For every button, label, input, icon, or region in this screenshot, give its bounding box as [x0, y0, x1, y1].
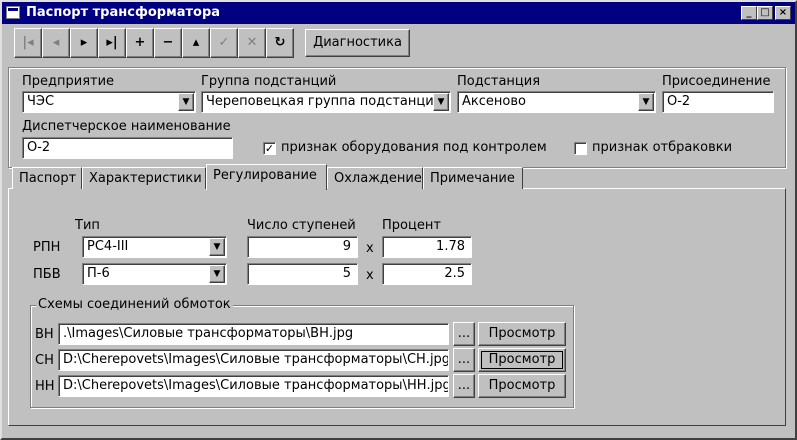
app-icon [6, 6, 20, 19]
substation-group-label: Группа подстанций [201, 74, 337, 89]
last-record-button[interactable]: ▸| [98, 28, 126, 58]
pbv-type-combo[interactable]: П-6 ▼ [82, 263, 227, 285]
under-control-checkbox[interactable]: ✓ [263, 142, 276, 155]
refresh-button[interactable]: ↻ [266, 28, 294, 58]
tab-cooling[interactable]: Охлаждение [327, 167, 423, 189]
maximize-button[interactable]: □ [757, 6, 773, 20]
multiply-sign: x [366, 241, 374, 256]
reject-label: признак отбраковки [592, 140, 733, 155]
hv-path-field[interactable]: .\Images\Силовые трансформаторы\ВН.jpg [58, 323, 449, 345]
minimize-button[interactable]: _ [741, 6, 757, 20]
substation-value: Аксеново [462, 94, 526, 109]
tab-passport[interactable]: Паспорт [12, 167, 82, 189]
enterprise-label: Предприятие [22, 74, 115, 89]
connection-label: Присоединение [662, 74, 771, 89]
enterprise-value: ЧЭС [27, 94, 55, 109]
window-title: Паспорт трансформатора [26, 5, 221, 20]
mv-path-field[interactable]: D:\Cherepovets\Images\Силовые трансформа… [58, 349, 449, 371]
first-record-button[interactable]: |◂ [14, 28, 42, 58]
post-edit-icon: ✓ [218, 35, 230, 50]
chevron-down-icon[interactable]: ▼ [433, 93, 449, 111]
under-control-label: признак оборудования под контролем [281, 140, 547, 155]
dispatch-name-field[interactable]: О-2 [22, 137, 233, 159]
prev-record-button[interactable]: ◂ [42, 28, 70, 58]
steps-column-header: Число ступеней [247, 218, 356, 233]
tab-regulation[interactable]: Регулирование [206, 164, 327, 190]
lv-view-button[interactable]: Просмотр [478, 374, 566, 398]
multiply-sign: x [366, 268, 374, 283]
cancel-edit-button[interactable]: ✕ [238, 28, 266, 58]
diagnostics-button[interactable]: Диагностика [305, 29, 410, 57]
cancel-edit-icon: ✕ [246, 35, 258, 50]
chevron-down-icon[interactable]: ▼ [178, 93, 194, 111]
close-button[interactable]: × [775, 6, 791, 20]
rpn-type-combo[interactable]: РС4-III ▼ [82, 236, 227, 258]
type-column-header: Тип [75, 218, 100, 233]
add-record-button[interactable]: + [126, 28, 154, 58]
add-record-icon: + [134, 35, 146, 50]
first-record-icon: |◂ [22, 35, 34, 50]
rpn-percent-field[interactable]: 1.78 [382, 236, 472, 258]
tab-characteristics[interactable]: Характеристики [82, 167, 206, 189]
mv-view-button[interactable]: Просмотр [478, 348, 566, 372]
chevron-down-icon[interactable]: ▼ [638, 93, 654, 111]
mv-row-label: СН [35, 353, 54, 368]
substation-combo[interactable]: Аксеново ▼ [457, 91, 656, 113]
edit-record-button[interactable]: ▴ [182, 28, 210, 58]
next-record-button[interactable]: ▸ [70, 28, 98, 58]
reject-checkbox[interactable] [574, 142, 587, 155]
hv-browse-button[interactable]: ... [453, 322, 475, 346]
tab-notes[interactable]: Примечание [423, 167, 523, 189]
mv-browse-button[interactable]: ... [453, 348, 475, 372]
lv-path-field[interactable]: D:\Cherepovets\Images\Силовые трансформа… [58, 375, 449, 397]
enterprise-combo[interactable]: ЧЭС ▼ [22, 91, 196, 113]
substation-group-combo[interactable]: Череповецкая группа подстанций ▼ [201, 91, 451, 113]
schemes-groupbox-title: Схемы соединений обмоток [36, 297, 233, 312]
refresh-icon: ↻ [274, 35, 286, 50]
pbv-steps-field[interactable]: 5 [247, 263, 358, 285]
substation-label: Подстанция [457, 74, 541, 89]
prev-record-icon: ◂ [52, 35, 60, 50]
chevron-down-icon[interactable]: ▼ [209, 238, 225, 256]
post-edit-button[interactable]: ✓ [210, 28, 238, 58]
hv-row-label: ВН [35, 327, 54, 342]
lv-row-label: НН [35, 379, 55, 394]
hv-view-button[interactable]: Просмотр [478, 322, 566, 346]
rpn-row-label: РПН [33, 240, 61, 255]
next-record-icon: ▸ [80, 35, 88, 50]
pbv-type-value: П-6 [87, 266, 110, 281]
lv-browse-button[interactable]: ... [453, 374, 475, 398]
pbv-percent-field[interactable]: 2.5 [382, 263, 472, 285]
delete-record-icon: − [162, 35, 174, 50]
pbv-row-label: ПБВ [33, 267, 61, 282]
last-record-icon: ▸| [106, 35, 118, 50]
substation-group-value: Череповецкая группа подстанций [206, 94, 443, 109]
chevron-down-icon[interactable]: ▼ [209, 265, 225, 283]
edit-record-icon: ▴ [192, 35, 200, 50]
connection-field[interactable]: О-2 [662, 91, 774, 113]
dispatch-name-label: Диспетчерское наименование [22, 119, 231, 134]
percent-column-header: Процент [382, 218, 441, 233]
rpn-steps-field[interactable]: 9 [247, 236, 358, 258]
title-bar[interactable]: Паспорт трансформатора _ □ × [2, 2, 795, 24]
rpn-type-value: РС4-III [87, 239, 129, 254]
delete-record-button[interactable]: − [154, 28, 182, 58]
